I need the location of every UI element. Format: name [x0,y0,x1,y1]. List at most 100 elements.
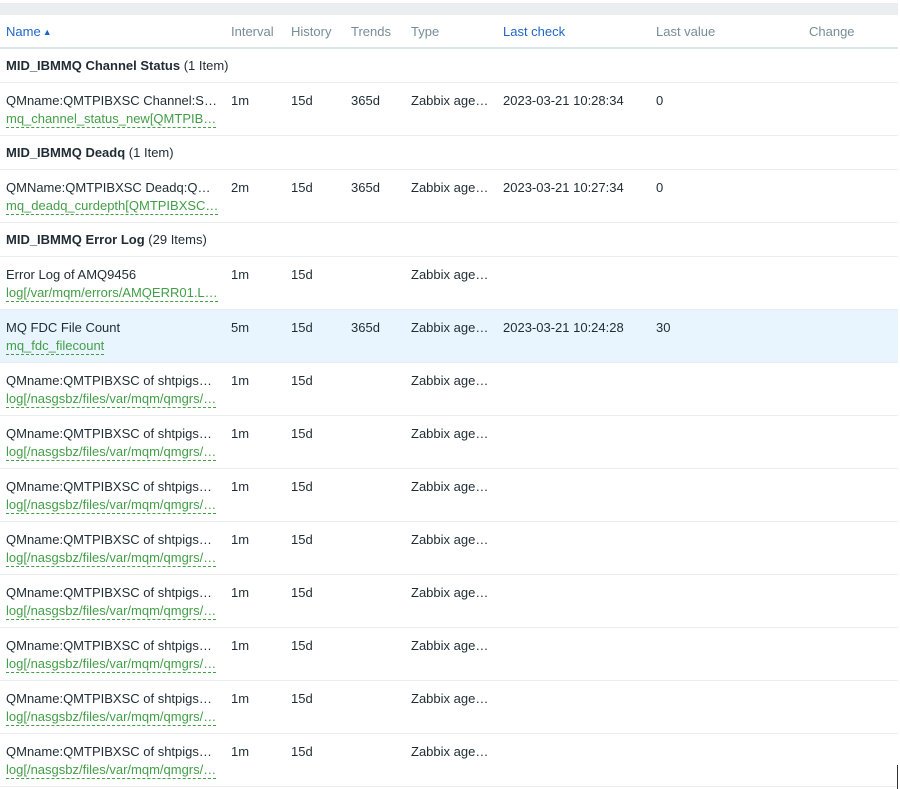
item-key-link[interactable]: log[/nasgsbz/files/var/mqm/qmgrs/… [6,550,217,567]
history-value: 15d [291,320,313,335]
group-title: MID_IBMMQ Error Log [6,232,145,247]
table-row[interactable]: MQ FDC File Count mq_fdc_filecount 5m 15d 36… [0,309,898,363]
last-check-cell [497,415,650,469]
trends-value [351,257,405,267]
item-key-link[interactable]: log[/nasgsbz/files/var/mqm/qmgrs/… [6,603,217,620]
group-row[interactable]: MID_IBMMQ Error Log (29 Items) [0,222,898,257]
type-cell: Zabbix age… [405,733,497,787]
item-key-link[interactable]: log[/nasgsbz/files/var/mqm/qmgrs/… [6,444,217,461]
last-value [656,469,803,479]
table-row[interactable]: QMname:QMTPIBXSC of shtpigs… log[/nasgsbz… [0,574,898,628]
interval-cell: 1m [225,256,285,310]
item-key-link[interactable]: mq_fdc_filecount [6,338,105,355]
trends-cell [345,627,405,681]
column-header-trends: Trends [345,15,405,49]
item-name: QMName:QMTPIBXSC Deadq:Q… [6,180,211,195]
group-row[interactable]: MID_IBMMQ Channel Status (1 Item) [0,48,898,83]
type-value: Zabbix age… [411,691,489,706]
table-row[interactable]: QMname:QMTPIBXSC of shtpigs… log[/nasgsbz… [0,680,898,734]
history-value: 15d [291,585,313,600]
column-header-interval: Interval [225,15,285,49]
history-cell: 15d [285,468,345,522]
interval-value: 2m [231,180,250,195]
last-check-value: 2023-03-21 10:28:34 [503,93,624,108]
history-cell: 15d [285,415,345,469]
item-name: QMname:QMTPIBXSC of shtpigs… [6,479,212,494]
type-value: Zabbix age… [411,373,489,388]
type-value: Zabbix age… [411,532,489,547]
last-value: 0 [656,180,664,195]
change-value [809,628,898,638]
interval-cell: 1m [225,82,285,136]
table-row[interactable]: QMname:QMTPIBXSC of shtpigs… log[/nasgsbz… [0,521,898,575]
type-value: Zabbix age… [411,638,489,653]
item-key-link[interactable]: log[/nasgsbz/files/var/mqm/qmgrs/… [6,656,217,673]
trends-value [351,575,405,585]
last-value: 0 [656,93,664,108]
item-name-cell: QMname:QMTPIBXSC of shtpigs… log[/nasgsbz… [0,733,225,787]
interval-cell: 1m [225,574,285,628]
item-key-link[interactable]: log[/nasgsbz/files/var/mqm/qmgrs/… [6,709,217,726]
table-row[interactable]: QMname:QMTPIBXSC of shtpigs… log[/nasgsbz… [0,362,898,416]
interval-value: 1m [231,744,250,759]
trends-cell [345,680,405,734]
last-check-cell [497,574,650,628]
last-check-cell [497,733,650,787]
item-key-link[interactable]: log[/nasgsbz/files/var/mqm/qmgrs/… [6,391,217,408]
last-check-cell: 2023-03-21 10:24:28 [497,309,650,363]
table-row[interactable]: QMname:QMTPIBXSC of shtpigs… log[/nasgsbz… [0,468,898,522]
item-key-link[interactable]: log[/var/mqm/errors/AMQERR01.L… [6,285,218,302]
interval-value: 1m [231,267,250,282]
history-value: 15d [291,180,313,195]
item-key-link[interactable]: mq_deadq_curdepth[QMTPIBXSC… [6,198,219,215]
item-name: QMname:QMTPIBXSC of shtpigs… [6,532,212,547]
item-name-cell: QMName:QMTPIBXSC Deadq:Q… mq_deadq_curdep… [0,169,225,223]
last-value-cell [650,680,803,734]
last-value-cell [650,415,803,469]
item-name: QMname:QMTPIBXSC of shtpigs… [6,585,212,600]
item-name: Error Log of AMQ9456 [6,267,137,282]
interval-value: 1m [231,638,250,653]
table-row[interactable]: QMname:QMTPIBXSC Channel:S… mq_channel_st… [0,82,898,136]
change-cell [803,415,898,469]
item-key-link[interactable]: mq_channel_status_new[QMTPIB… [6,111,217,128]
change-cell [803,362,898,416]
type-value: Zabbix age… [411,479,489,494]
interval-value: 5m [231,320,250,335]
change-cell [803,521,898,575]
last-value-cell [650,521,803,575]
history-cell: 15d [285,627,345,681]
top-scrollbar[interactable] [0,3,898,15]
column-header-name[interactable]: Name ▲ [0,15,225,49]
trends-value: 365d [351,180,380,195]
type-cell: Zabbix age… [405,680,497,734]
table-header: Name ▲ Interval History Trends Type Last … [0,15,898,49]
type-cell: Zabbix age… [405,169,497,223]
table-row[interactable]: Error Log of AMQ9456 log[/var/mqm/errors/… [0,256,898,310]
item-key-link[interactable]: log[/nasgsbz/files/var/mqm/qmgrs/… [6,762,217,779]
group-row[interactable]: MID_IBMMQ Deadq (1 Item) [0,135,898,170]
last-value-cell [650,574,803,628]
trends-cell [345,574,405,628]
table-row[interactable]: QMname:QMTPIBXSC of shtpigs… log[/nasgsbz… [0,733,898,787]
table-row[interactable]: QMname:QMTPIBXSC of shtpigs… log[/nasgsbz… [0,627,898,681]
change-cell [803,169,898,223]
change-value [809,83,898,93]
last-value-cell: 0 [650,82,803,136]
table-row[interactable]: QMname:QMTPIBXSC of shtpigs… log[/nasgsbz… [0,415,898,469]
table-row[interactable]: QMName:QMTPIBXSC Deadq:Q… mq_deadq_curdep… [0,169,898,223]
history-value: 15d [291,93,313,108]
item-key-link[interactable]: log[/nasgsbz/files/var/mqm/qmgrs/… [6,497,217,514]
trends-value [351,416,405,426]
history-cell: 15d [285,169,345,223]
change-cell [803,468,898,522]
trends-cell [345,521,405,575]
history-value: 15d [291,532,313,547]
interval-cell: 5m [225,309,285,363]
history-value: 15d [291,744,313,759]
trends-cell [345,362,405,416]
last-check-value [503,734,650,744]
column-header-last-check[interactable]: Last check [497,15,650,49]
interval-value: 1m [231,585,250,600]
item-name-cell: MQ FDC File Count mq_fdc_filecount [0,309,225,363]
